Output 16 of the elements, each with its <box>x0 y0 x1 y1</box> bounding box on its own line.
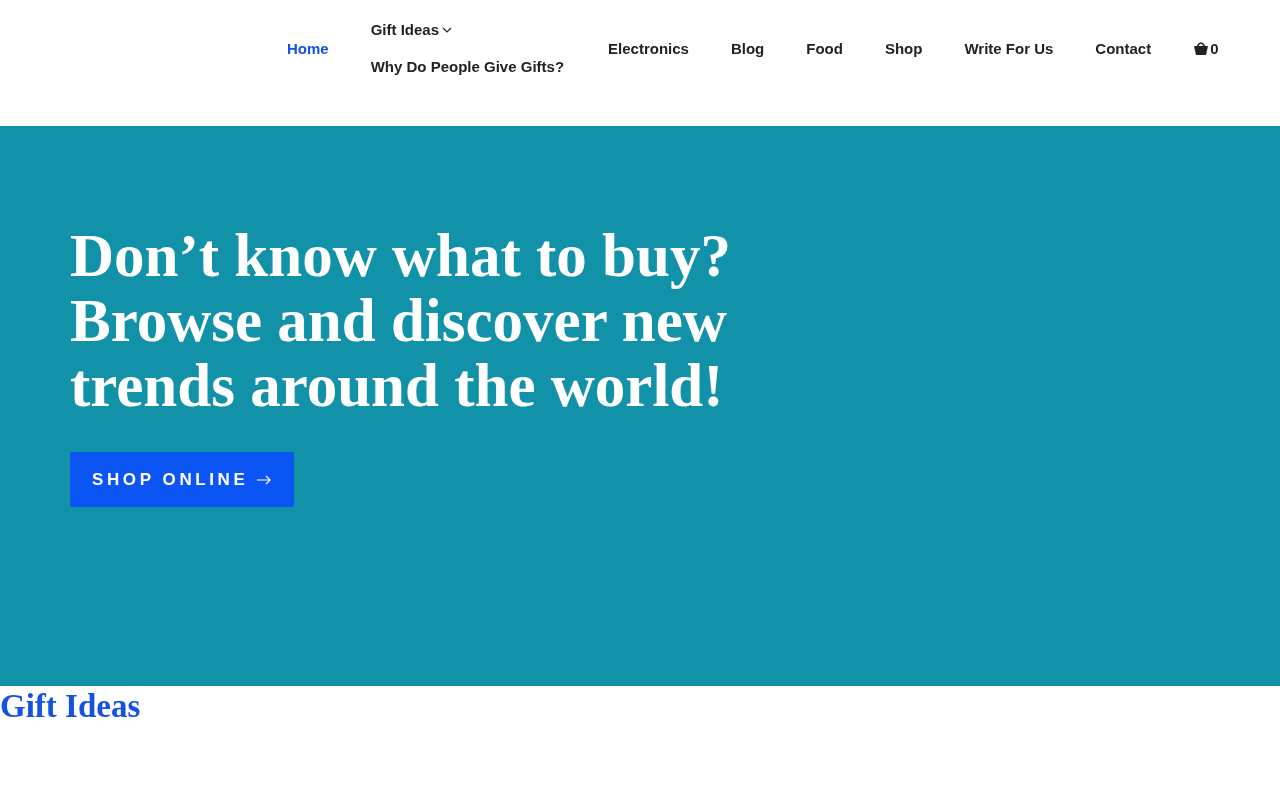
chevron-icon <box>442 26 453 33</box>
submenu-link[interactable]: Why Do People Give Gifts? <box>370 58 565 75</box>
hero-heading: Don’t know what to buy? Browse and discover new trends around the world! <box>70 223 732 418</box>
nav-link[interactable]: Electronics <box>608 39 689 57</box>
nav-link[interactable]: Blog <box>730 39 765 57</box>
nav-link[interactable]: Food <box>806 39 843 57</box>
section-heading: Gift Ideas <box>0 687 142 726</box>
nav-link[interactable]: Shop <box>884 39 923 57</box>
shop-online-button[interactable]: SHOP ONLINE <box>70 452 295 507</box>
nav-link[interactable]: Home <box>287 39 329 57</box>
nav-link[interactable]: Write For Us <box>964 39 1054 57</box>
nav-link[interactable]: Gift Ideas <box>370 21 565 38</box>
basket-icon <box>1193 41 1210 55</box>
cart-link[interactable]: 0 <box>1193 39 1219 57</box>
arrow-right-icon <box>256 474 273 485</box>
nav-link[interactable]: Contact <box>1095 39 1152 57</box>
